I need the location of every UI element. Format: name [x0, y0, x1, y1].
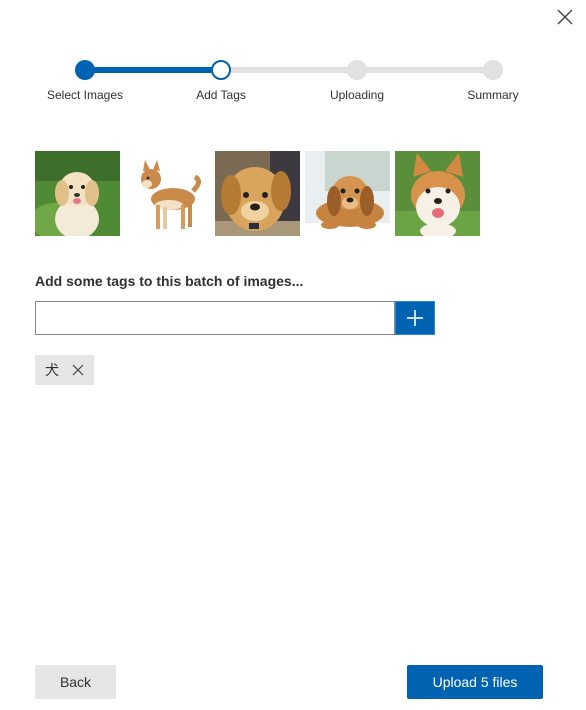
image-thumbnail	[305, 151, 390, 236]
step-dot-select-images	[75, 60, 95, 80]
step-label-add-tags: Add Tags	[196, 88, 246, 102]
step-dot-add-tags	[211, 60, 231, 80]
back-button[interactable]: Back	[35, 665, 116, 699]
add-tag-button[interactable]	[395, 301, 435, 335]
step-dot-summary	[483, 60, 503, 80]
step-label-select-images: Select Images	[46, 88, 124, 102]
image-thumbnail	[215, 151, 300, 236]
tag-input[interactable]	[35, 301, 395, 335]
image-thumbnail	[35, 151, 120, 236]
step-label-summary: Summary	[467, 88, 519, 102]
tag-chip: 犬	[35, 355, 94, 385]
stepper-track-complete	[85, 67, 221, 73]
tags-heading: Add some tags to this batch of images...	[35, 273, 304, 289]
image-thumbnail	[125, 151, 210, 236]
image-thumbnail	[395, 151, 480, 236]
step-label-uploading: Uploading	[329, 88, 385, 102]
step-dot-uploading	[347, 60, 367, 80]
upload-button[interactable]: Upload 5 files	[407, 665, 543, 699]
tag-chip-label: 犬	[45, 363, 59, 379]
remove-tag-button[interactable]	[71, 363, 85, 377]
close-icon	[72, 364, 84, 376]
plus-icon	[407, 310, 423, 326]
progress-stepper: Select Images Add Tags Uploading Summary	[0, 0, 586, 110]
